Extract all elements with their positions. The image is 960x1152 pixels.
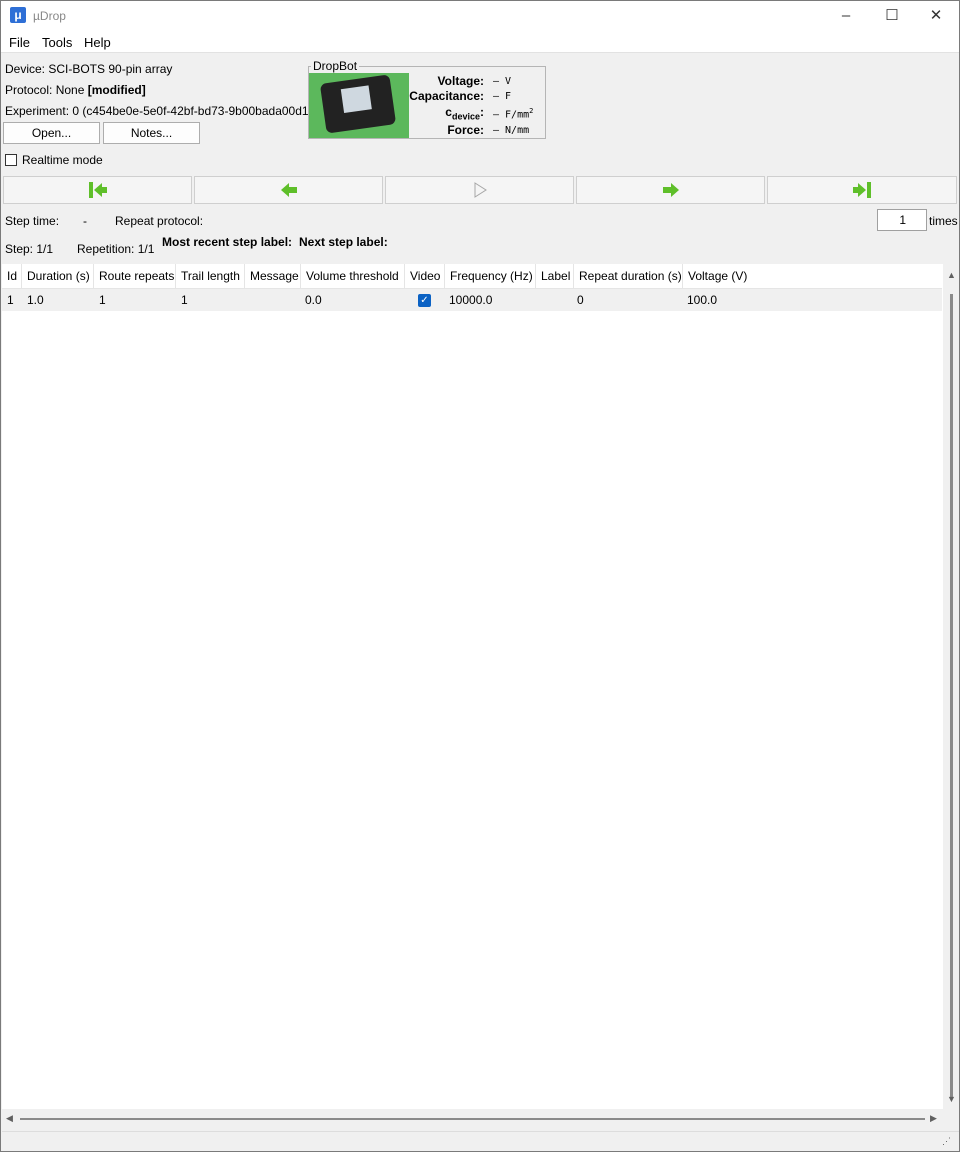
column-header-video[interactable]: Video	[405, 264, 445, 289]
cell-voltage[interactable]: 100.0	[682, 289, 717, 311]
cell-id[interactable]: 1	[2, 289, 14, 311]
app-window: μ µDrop – ☐ ✕ File Tools Help Device: SC…	[0, 0, 960, 1152]
column-header-route-repeats[interactable]: Route repeats	[94, 264, 176, 289]
cell-duration[interactable]: 1.0	[22, 289, 44, 311]
column-header-trail-length[interactable]: Trail length	[176, 264, 245, 289]
cell-repeat-duration[interactable]: 0	[572, 289, 584, 311]
status-bar: ⋰	[2, 1131, 959, 1151]
step-time-value: -	[83, 214, 87, 228]
last-step-icon	[853, 182, 871, 198]
capacitance-label: Capacitance:	[409, 89, 484, 103]
menu-bar: File Tools Help	[1, 31, 959, 53]
realtime-mode-checkbox[interactable]	[5, 154, 17, 166]
cell-trail-length[interactable]: 1	[176, 289, 188, 311]
protocol-label: Protocol: None [modified]	[5, 83, 146, 97]
voltage-value: – V	[493, 76, 512, 87]
force-value: – N/mm	[493, 125, 530, 136]
force-label: Force:	[447, 123, 484, 137]
column-header-volume-threshold[interactable]: Volume threshold	[301, 264, 405, 289]
minimize-button[interactable]: –	[823, 1, 869, 31]
cell-label[interactable]	[536, 289, 541, 311]
cell-message[interactable]	[245, 289, 250, 311]
play-button[interactable]	[385, 176, 574, 204]
column-header-frequency[interactable]: Frequency (Hz)	[445, 264, 536, 289]
close-button[interactable]: ✕	[913, 1, 959, 31]
vertical-scroll-thumb[interactable]	[950, 294, 953, 1099]
play-icon	[474, 182, 487, 198]
voltage-label: Voltage:	[437, 74, 484, 88]
cdevice-label: cdevice:	[445, 105, 484, 122]
column-header-id[interactable]: Id	[2, 264, 22, 289]
next-step-button[interactable]	[576, 176, 765, 204]
protocol-table: Id Duration (s) Route repeats Trail leng…	[2, 264, 943, 1109]
resize-grip-icon[interactable]: ⋰	[942, 1136, 951, 1147]
column-header-duration[interactable]: Duration (s)	[22, 264, 94, 289]
cell-route-repeats[interactable]: 1	[94, 289, 106, 311]
horizontal-scrollbar[interactable]: ◀ ▶	[2, 1109, 943, 1129]
repeat-protocol-label: Repeat protocol:	[115, 214, 204, 228]
dropbot-title: DropBot	[311, 59, 360, 73]
column-header-voltage[interactable]: Voltage (V)	[683, 264, 942, 289]
last-step-button[interactable]	[767, 176, 957, 204]
first-step-button[interactable]	[3, 176, 192, 204]
first-step-icon	[88, 182, 107, 198]
video-checkbox[interactable]: ✓	[418, 294, 431, 307]
previous-step-button[interactable]	[194, 176, 383, 204]
recent-step-label: Most recent step label:	[162, 235, 293, 249]
protocol-name: Protocol: None	[5, 83, 88, 97]
maximize-button[interactable]: ☐	[869, 1, 915, 31]
scroll-down-icon[interactable]: ▼	[947, 1094, 956, 1104]
horizontal-scroll-thumb[interactable]	[20, 1118, 925, 1120]
scroll-left-icon[interactable]: ◀	[6, 1113, 13, 1124]
column-header-label[interactable]: Label	[536, 264, 574, 289]
previous-step-icon	[280, 183, 297, 197]
column-header-message[interactable]: Message	[245, 264, 301, 289]
step-time-label: Step time:	[5, 214, 60, 228]
menu-tools[interactable]: Tools	[42, 35, 72, 50]
vertical-scrollbar[interactable]: ▲ ▼	[944, 264, 959, 1109]
title-bar: μ µDrop – ☐ ✕	[1, 1, 959, 31]
menu-help[interactable]: Help	[84, 35, 111, 50]
open-button[interactable]: Open...	[3, 122, 100, 144]
scroll-right-icon[interactable]: ▶	[930, 1113, 937, 1124]
scroll-up-icon[interactable]: ▲	[947, 270, 956, 280]
protocol-modified: [modified]	[87, 83, 146, 97]
cdevice-value: – F/mm2	[493, 107, 534, 121]
times-label: times	[929, 214, 958, 228]
window-title: µDrop	[33, 9, 66, 23]
repeat-count-input[interactable]: 1	[877, 209, 927, 231]
dropbot-device-graphic	[319, 74, 397, 134]
cell-frequency[interactable]: 10000.0	[444, 289, 492, 311]
repetition-label: Repetition: 1/1	[77, 242, 155, 256]
cell-volume-threshold[interactable]: 0.0	[300, 289, 322, 311]
notes-button[interactable]: Notes...	[103, 122, 200, 144]
step-label: Step: 1/1	[5, 242, 54, 256]
menu-file[interactable]: File	[9, 35, 30, 50]
realtime-mode-label[interactable]: Realtime mode	[22, 153, 103, 167]
next-step-icon	[662, 183, 679, 197]
next-step-label: Next step label:	[299, 235, 388, 249]
experiment-label: Experiment: 0 (c454be0e-5e0f-42bf-bd73-9…	[5, 104, 313, 118]
capacitance-value: – F	[493, 91, 512, 102]
device-label: Device: SCI-BOTS 90-pin array	[5, 62, 173, 76]
column-header-repeat-duration[interactable]: Repeat duration (s)	[574, 264, 683, 289]
dropbot-screen-graphic	[340, 85, 372, 114]
app-icon: μ	[10, 7, 26, 23]
